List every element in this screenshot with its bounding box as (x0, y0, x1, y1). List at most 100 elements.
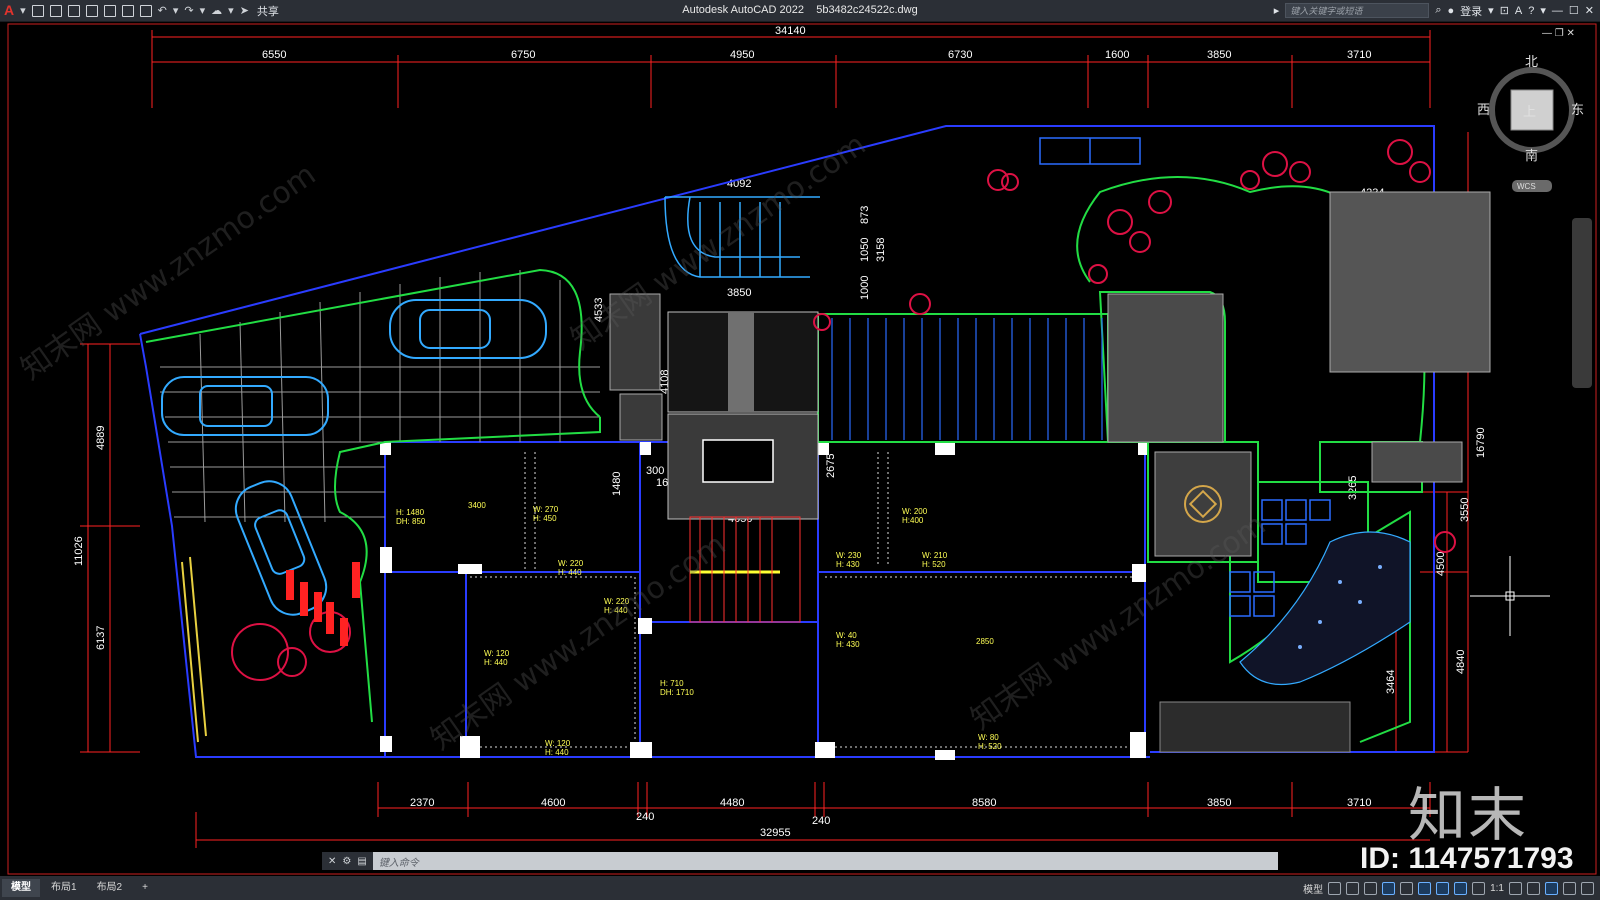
workspace-icon[interactable]: ☁ (211, 4, 222, 17)
new-file-icon[interactable] (31, 4, 44, 17)
navigation-bar[interactable] (1572, 218, 1592, 388)
annotation-label: W: 210 (922, 551, 948, 560)
car-top (389, 299, 547, 359)
dim-top: 3850 (1207, 49, 1231, 61)
publish-icon[interactable] (103, 4, 116, 17)
customize-toolbar-icon[interactable]: ▾ (228, 4, 234, 17)
auto-scale-icon[interactable] (1472, 881, 1486, 895)
dim-top-total: 34140 (775, 25, 806, 37)
viewport-controls[interactable]: — ❐ ✕ (1542, 28, 1575, 39)
app-logo[interactable]: A (4, 0, 14, 21)
redo-dropdown-icon[interactable]: ▾ (200, 4, 206, 17)
save-as-icon[interactable] (85, 4, 98, 17)
share-button[interactable]: 共享 (257, 3, 279, 19)
watermark-id: ID: 1147571793 (1360, 842, 1574, 875)
snap-icon[interactable] (1346, 881, 1360, 895)
dim-top: 4950 (730, 49, 754, 61)
print-icon[interactable] (139, 4, 152, 17)
customize-command-icon[interactable]: ⚙ (342, 856, 351, 867)
expand-search-icon[interactable]: ▸ (1274, 4, 1280, 17)
compass-north: 北 (1525, 55, 1538, 70)
car-left (161, 376, 329, 436)
customization-menu-icon[interactable] (1581, 881, 1594, 895)
model-space-toggle[interactable]: 模型 (1303, 881, 1323, 896)
user-icon[interactable]: ● (1448, 5, 1455, 17)
app-menu-chevron-icon[interactable]: ▾ (20, 4, 26, 17)
viewcube[interactable]: 上 北 南 东 西 WCS (1477, 55, 1584, 192)
annotation-label: 2850 (976, 637, 994, 646)
command-line-tools: ✕ ⚙ ▤ (322, 852, 373, 870)
dim-inner: 1000 (859, 276, 871, 300)
watermark-logo: 知末 (1408, 781, 1529, 849)
object-snap-icon[interactable] (1436, 881, 1450, 895)
grid-icon[interactable] (1328, 881, 1342, 895)
annotation-label: H: 430 (836, 560, 860, 569)
autodesk-app-icon[interactable]: A (1515, 5, 1522, 17)
dim-right: 4840 (1455, 650, 1467, 674)
close-icon[interactable]: ✕ (1585, 4, 1594, 17)
dim-top: 6750 (511, 49, 535, 61)
annotation-label: H: 440 (558, 568, 582, 577)
close-command-line-icon[interactable]: ✕ (328, 856, 336, 867)
dim-bottom-total: 32955 (760, 827, 791, 839)
dim-inner: 873 (859, 206, 871, 224)
command-line: ✕ ⚙ ▤ 键入命令 (322, 852, 1278, 870)
annotation-label: H:400 (902, 516, 924, 525)
app-title: Autodesk AutoCAD 2022 (682, 4, 804, 16)
dim-inner: 3158 (875, 238, 887, 262)
left-dimension-lines (80, 343, 140, 753)
tab-layout2[interactable]: 布局2 (88, 879, 132, 897)
status-toggles: 模型 1:1 (1303, 876, 1594, 900)
dim-bottom: 3710 (1347, 797, 1371, 809)
undo-dropdown-icon[interactable]: ▾ (173, 4, 179, 17)
login-dropdown-icon[interactable]: ▾ (1488, 4, 1494, 17)
dim-top: 6730 (948, 49, 972, 61)
object-snap-tracking-icon[interactable] (1418, 881, 1432, 895)
annotation-label: W: 220 (558, 559, 584, 568)
dim-top: 3710 (1347, 49, 1371, 61)
tab-layout1[interactable]: 布局1 (42, 879, 86, 897)
open-file-icon[interactable] (49, 4, 62, 17)
annotation-label: H: 520 (922, 560, 946, 569)
add-layout-button[interactable]: + (133, 879, 157, 897)
annotation-label: H: 440 (545, 748, 569, 757)
recent-commands-icon[interactable]: ▤ (357, 856, 366, 867)
ortho-icon[interactable] (1364, 881, 1378, 895)
isolate-objects-icon[interactable] (1527, 881, 1540, 895)
hardware-acceleration-icon[interactable] (1545, 881, 1558, 895)
share-icon[interactable]: ➤ (240, 4, 249, 17)
clean-screen-icon[interactable] (1563, 881, 1576, 895)
command-input[interactable]: 键入命令 (373, 854, 419, 869)
tab-model[interactable]: 模型 (2, 879, 40, 897)
plot-icon[interactable] (121, 4, 134, 17)
dim-bottom: 8580 (972, 797, 996, 809)
minimize-icon[interactable]: — (1552, 5, 1563, 17)
cart-icon[interactable]: ⊡ (1500, 4, 1509, 17)
dim-left: 4889 (95, 426, 107, 450)
compass-south: 南 (1525, 148, 1538, 164)
annotation-label: W: 230 (836, 551, 862, 560)
isodraft-icon[interactable] (1400, 881, 1414, 895)
compass-east: 东 (1571, 103, 1584, 118)
save-icon[interactable] (67, 4, 80, 17)
search-icon[interactable]: ⌕ (1435, 4, 1441, 17)
search-input[interactable]: 键入关键字或短语 (1285, 3, 1430, 18)
polar-tracking-icon[interactable] (1382, 881, 1396, 895)
login-button[interactable]: 登录 (1460, 3, 1482, 19)
plants (231, 139, 1456, 681)
dim-inner: 3850 (727, 287, 751, 299)
dim-right: 16790 (1475, 427, 1487, 458)
redo-icon[interactable]: ↷ (184, 4, 193, 17)
drawing-canvas[interactable]: — ❐ ✕ 34140 6550 6750 4950 6730 1600 385… (0, 22, 1600, 876)
annotation-label: H: 1480 (396, 508, 425, 517)
maximize-icon[interactable]: ☐ (1569, 4, 1579, 17)
dim-top: 1600 (1105, 49, 1129, 61)
dim-bottom-small: 240 (812, 815, 830, 827)
workspace-switch-icon[interactable] (1509, 881, 1522, 895)
annotation-scale[interactable]: 1:1 (1490, 883, 1504, 894)
annotation-visibility-icon[interactable] (1454, 881, 1468, 895)
help-button[interactable]: ? (1528, 5, 1534, 17)
help-dropdown-icon[interactable]: ▾ (1540, 4, 1546, 17)
undo-icon[interactable]: ↶ (158, 4, 167, 17)
dim-inner: 1480 (611, 472, 623, 496)
